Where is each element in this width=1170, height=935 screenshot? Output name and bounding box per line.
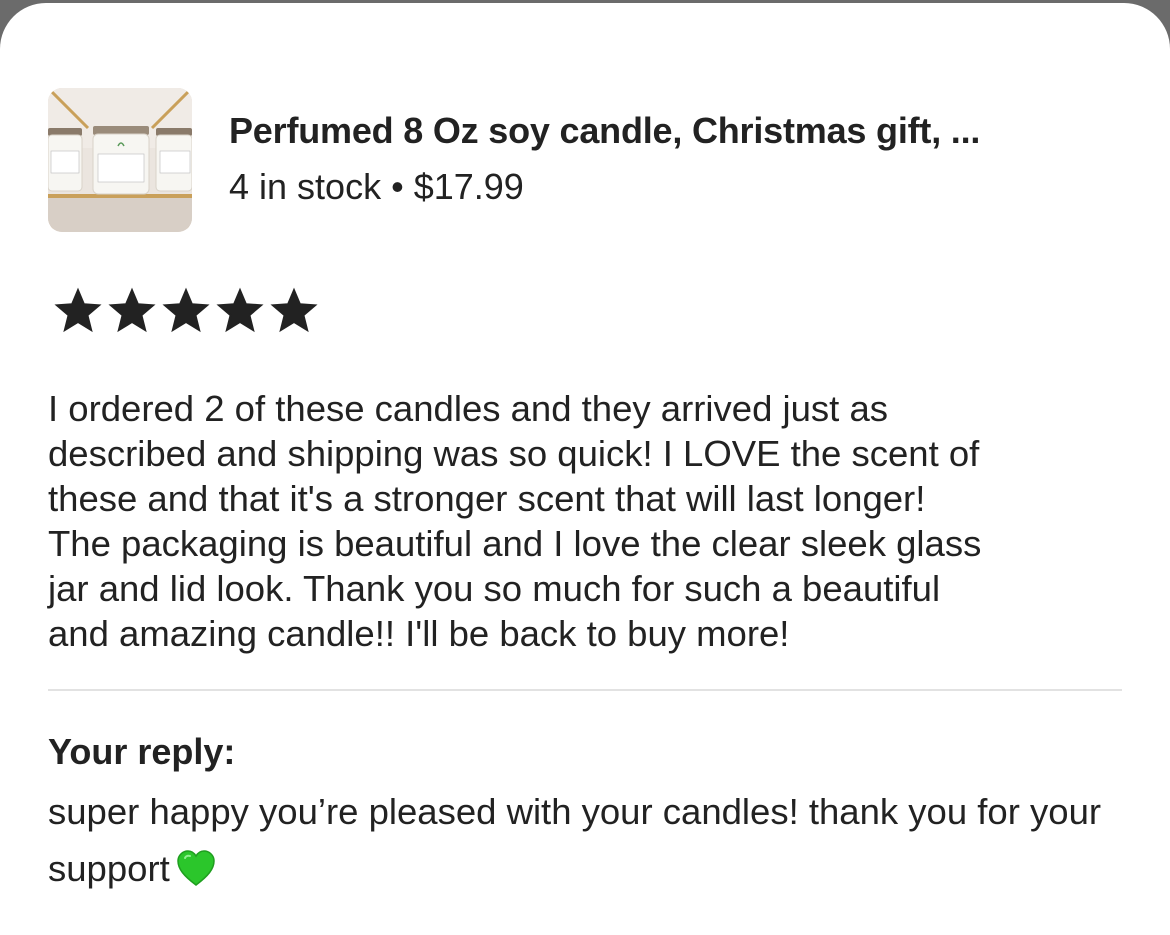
stock-count: 4 in stock: [229, 166, 382, 207]
star-icon: [270, 287, 318, 333]
star-icon: [54, 287, 102, 333]
review-text: I ordered 2 of these candles and they ar…: [48, 388, 982, 654]
meta-separator: •: [391, 166, 404, 207]
star-icon: [108, 287, 156, 333]
divider: [48, 689, 1122, 691]
reply-heading: Your reply:: [48, 731, 236, 772]
listing-price: $17.99: [413, 166, 524, 207]
listing-thumbnail[interactable]: [48, 88, 192, 232]
review-card: Perfumed 8 Oz soy candle, Christmas gift…: [0, 3, 1170, 935]
green-heart-icon: [176, 846, 216, 903]
star-icon: [216, 287, 264, 333]
reply-block: super happy you’re pleased with your can…: [48, 783, 1138, 903]
listing-meta: 4 in stock • $17.99: [229, 166, 980, 208]
star-rating: [52, 285, 320, 337]
listing-summary[interactable]: Perfumed 8 Oz soy candle, Christmas gift…: [48, 88, 980, 232]
listing-title[interactable]: Perfumed 8 Oz soy candle, Christmas gift…: [229, 110, 980, 152]
candle-jars-photo: [48, 88, 192, 232]
star-icon: [162, 287, 210, 333]
